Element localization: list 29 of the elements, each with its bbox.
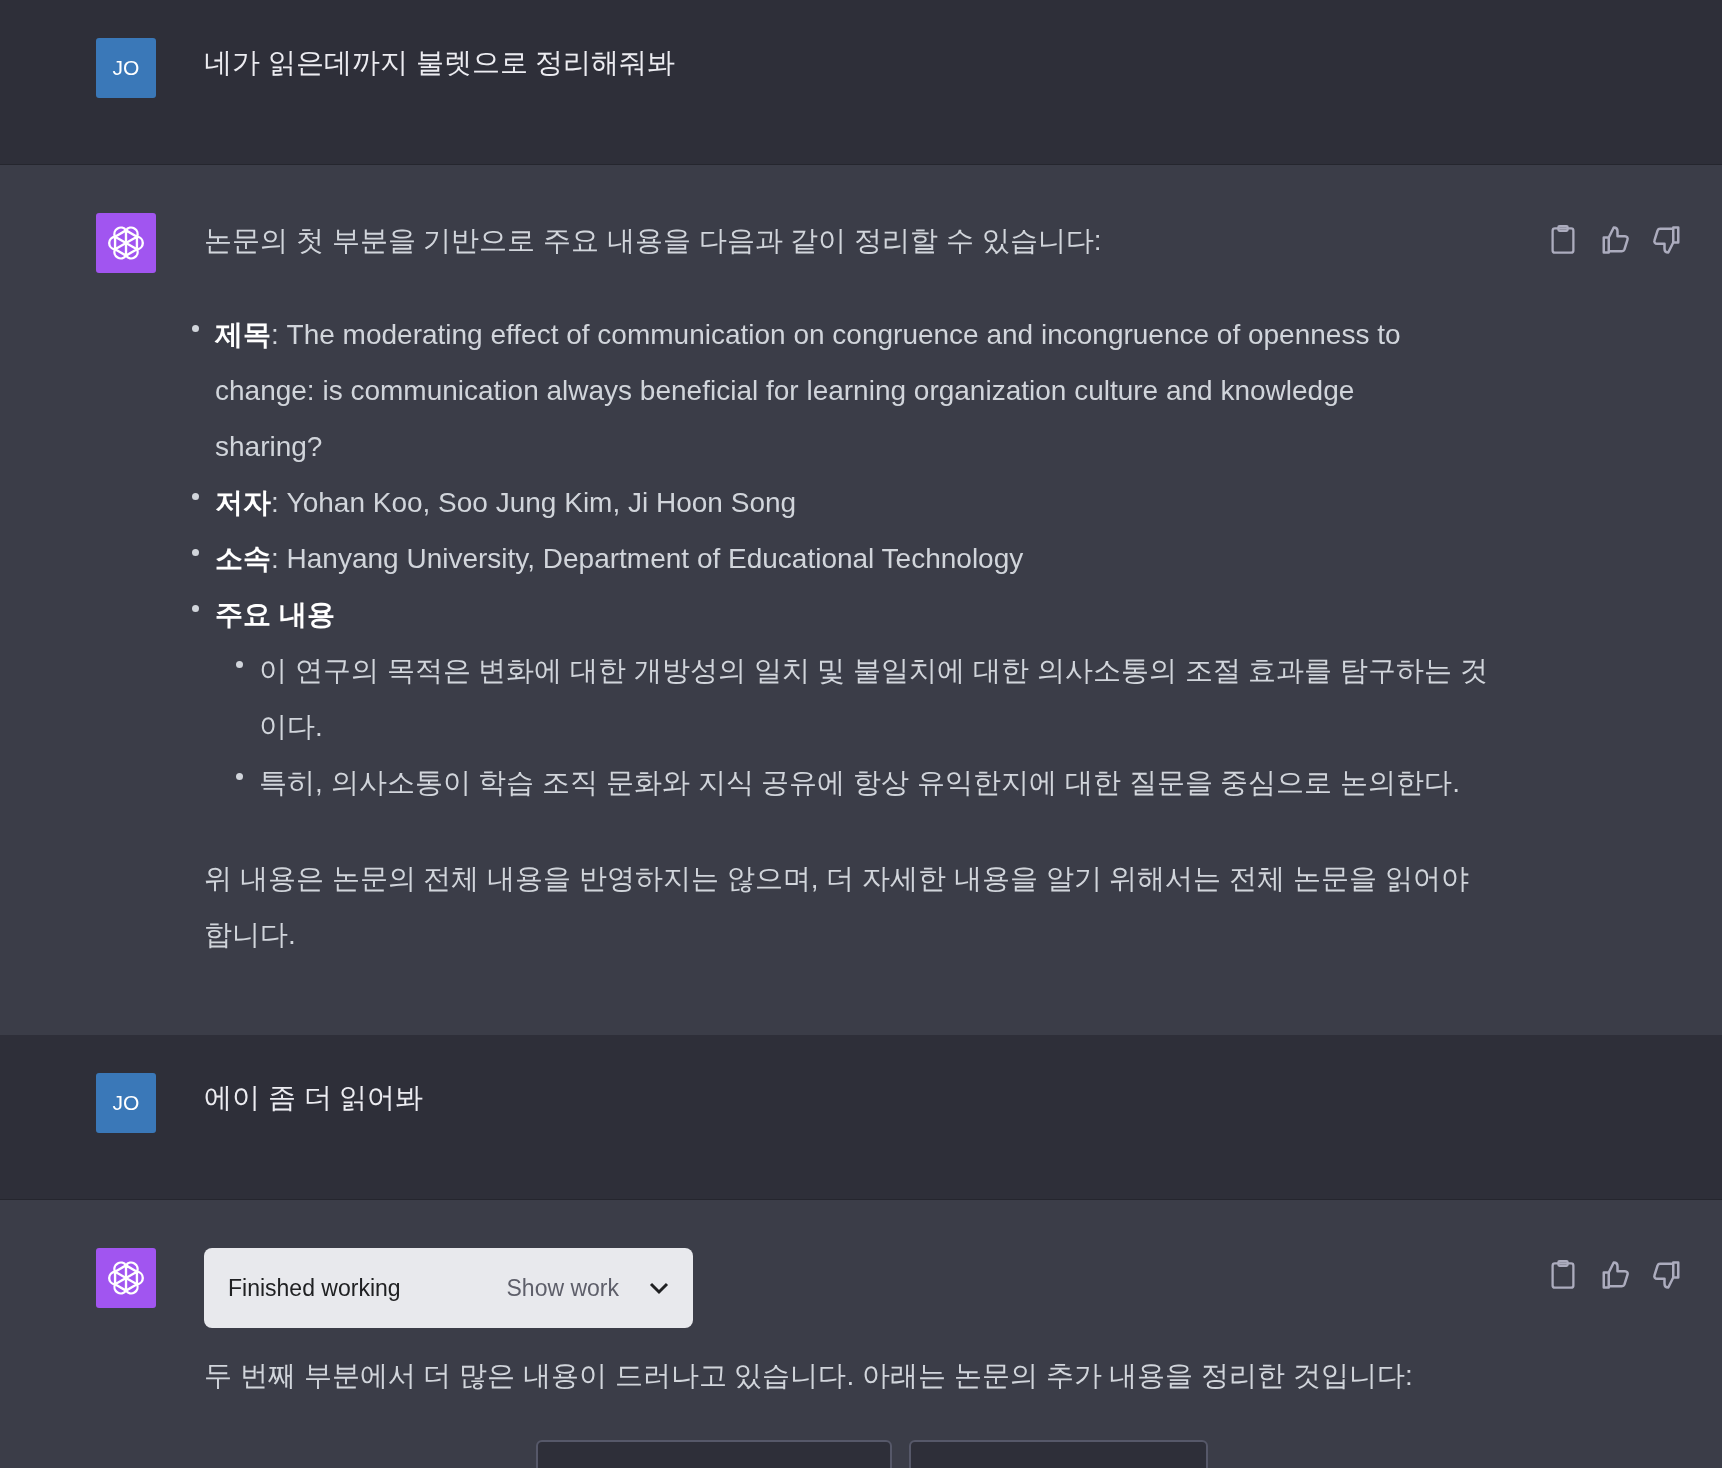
copy-icon[interactable] xyxy=(1548,1260,1578,1290)
assistant-logo-icon xyxy=(96,213,156,273)
bullet-icon xyxy=(236,773,243,780)
assistant-logo-icon xyxy=(96,1248,156,1308)
list-item-text: 제목: The moderating effect of communication on congruence and incongruence of openness to change: is communication always beneficial for learning organization culture and knowledge sharing? xyxy=(215,318,1402,464)
message-paragraph: 두 번째 부분에서 더 많은 내용이 드러나고 있습니다. 아래는 논문의 추가 내용을 정리한 것입니다: xyxy=(204,1359,1414,1393)
list-item-text: 주요 내용 xyxy=(215,598,335,632)
copy-icon[interactable] xyxy=(1548,225,1578,255)
sub-list-item-text: 이 연구의 목적은 변화에 대한 개방성의 일치 및 불일치에 대한 의사소통의 조절 효과를 탐구하는 것이다. xyxy=(259,654,1489,744)
thumbs-up-icon[interactable] xyxy=(1600,225,1630,255)
work-status-text: Finished working xyxy=(228,1273,401,1303)
show-work-button[interactable]: Show work xyxy=(506,1270,669,1306)
bullet-icon xyxy=(192,493,199,500)
user-avatar: JO xyxy=(96,38,156,98)
message-paragraph: 논문의 첫 부분을 기반으로 주요 내용을 다음과 같이 정리할 수 있습니다: xyxy=(204,224,1103,258)
thumbs-down-icon[interactable] xyxy=(1652,1260,1682,1290)
thumbs-down-icon[interactable] xyxy=(1652,225,1682,255)
bullet-icon xyxy=(192,325,199,332)
user-avatar: JO xyxy=(96,1073,156,1133)
user-message: 네가 읽은데까지 불렛으로 정리해줘봐 xyxy=(204,46,677,80)
bullet-icon xyxy=(192,605,199,612)
user-message: 에이 좀 더 읽어봐 xyxy=(204,1081,425,1115)
bullet-icon xyxy=(192,549,199,556)
list-item-text: 소속: Hanyang University, Department of Educational Technology xyxy=(215,542,1024,576)
sub-list-item-text: 특히, 의사소통이 학습 조직 문화와 지식 공유에 항상 유익한지에 대한 질문을 중심으로 논의한다. xyxy=(259,766,1460,800)
bullet-icon xyxy=(236,661,243,668)
message-paragraph: 위 내용은 논문의 전체 내용을 반영하지는 않으며, 더 자세한 내용을 알기 위해서는 전체 논문을 읽어야 합니다. xyxy=(204,862,1470,952)
list-item-text: 저자: Yohan Koo, Soo Jung Kim, Ji Hoon Song xyxy=(215,486,797,520)
thumbs-up-icon[interactable] xyxy=(1600,1260,1630,1290)
